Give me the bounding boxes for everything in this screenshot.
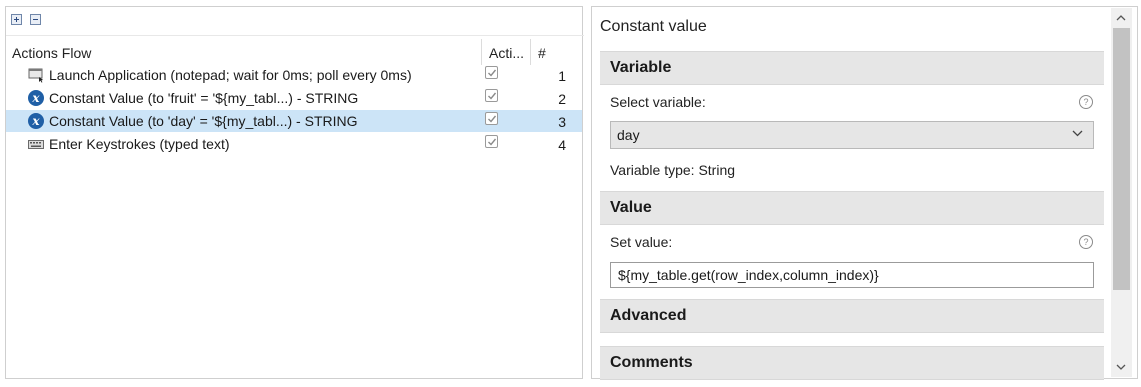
column-header-actions-flow[interactable]: Actions Flow [12, 42, 91, 64]
action-label: Constant Value (to 'day' = '${my_tabl...… [49, 113, 358, 129]
section-title: Value [610, 199, 652, 216]
active-checkbox[interactable] [485, 135, 498, 148]
help-icon[interactable]: ? [1079, 235, 1093, 249]
application-window-icon [28, 67, 44, 83]
section-title: Advanced [610, 307, 687, 324]
toolbar-divider [6, 35, 584, 36]
column-header-active[interactable]: Acti... [489, 42, 524, 64]
scroll-down-icon[interactable] [1116, 362, 1126, 372]
section-title: Variable [610, 59, 672, 76]
panel-title: Constant value [600, 18, 707, 35]
column-divider[interactable] [530, 39, 531, 65]
expand-all-icon[interactable] [11, 14, 22, 25]
section-title: Comments [610, 354, 693, 371]
action-row-selected[interactable]: x Constant Value (to 'day' = '${my_tabl.… [6, 110, 582, 132]
action-label: Constant Value (to 'fruit' = '${my_tabl.… [49, 90, 359, 106]
variable-x-icon: x [28, 113, 44, 129]
variable-select-value: day [617, 127, 640, 143]
section-header-variable[interactable]: Variable [600, 51, 1104, 85]
keyboard-icon [28, 136, 44, 152]
set-value-label: Set value: [610, 234, 673, 250]
collapse-all-icon[interactable] [30, 14, 41, 25]
active-checkbox[interactable] [485, 112, 498, 125]
section-header-advanced[interactable]: Advanced [600, 299, 1104, 333]
section-header-value[interactable]: Value [600, 191, 1104, 225]
variable-x-icon: x [28, 90, 44, 106]
variable-type-text: Variable type: String [610, 162, 736, 178]
active-checkbox[interactable] [485, 66, 498, 79]
value-input[interactable]: ${my_table.get(row_index,column_index)} [610, 262, 1094, 288]
scroll-up-icon[interactable] [1116, 13, 1126, 23]
section-header-comments[interactable]: Comments [600, 346, 1104, 380]
select-variable-label: Select variable: [610, 94, 706, 110]
action-label: Launch Application (notepad; wait for 0m… [49, 67, 412, 83]
action-row[interactable]: Launch Application (notepad; wait for 0m… [6, 64, 582, 86]
active-checkbox[interactable] [485, 89, 498, 102]
chevron-down-icon [1072, 130, 1083, 137]
actions-flow-panel: Actions Flow Acti... # Launch Applicatio… [5, 6, 584, 379]
action-row[interactable]: Enter Keystrokes (typed text) 4 [6, 133, 582, 155]
action-number: 2 [558, 91, 566, 107]
action-label: Enter Keystrokes (typed text) [49, 136, 230, 152]
scrollbar-thumb[interactable] [1113, 28, 1130, 290]
column-divider[interactable] [481, 39, 482, 65]
column-header-number[interactable]: # [538, 42, 546, 64]
help-icon[interactable]: ? [1079, 95, 1093, 109]
action-number: 3 [558, 114, 566, 130]
value-input-text: ${my_table.get(row_index,column_index)} [618, 267, 879, 283]
vertical-scrollbar[interactable] [1111, 8, 1132, 377]
properties-panel: Constant value Variable Select variable:… [591, 6, 1138, 380]
action-row[interactable]: x Constant Value (to 'fruit' = '${my_tab… [6, 87, 582, 109]
action-number: 4 [558, 137, 566, 153]
action-number: 1 [558, 68, 566, 84]
variable-select[interactable]: day [610, 121, 1094, 149]
